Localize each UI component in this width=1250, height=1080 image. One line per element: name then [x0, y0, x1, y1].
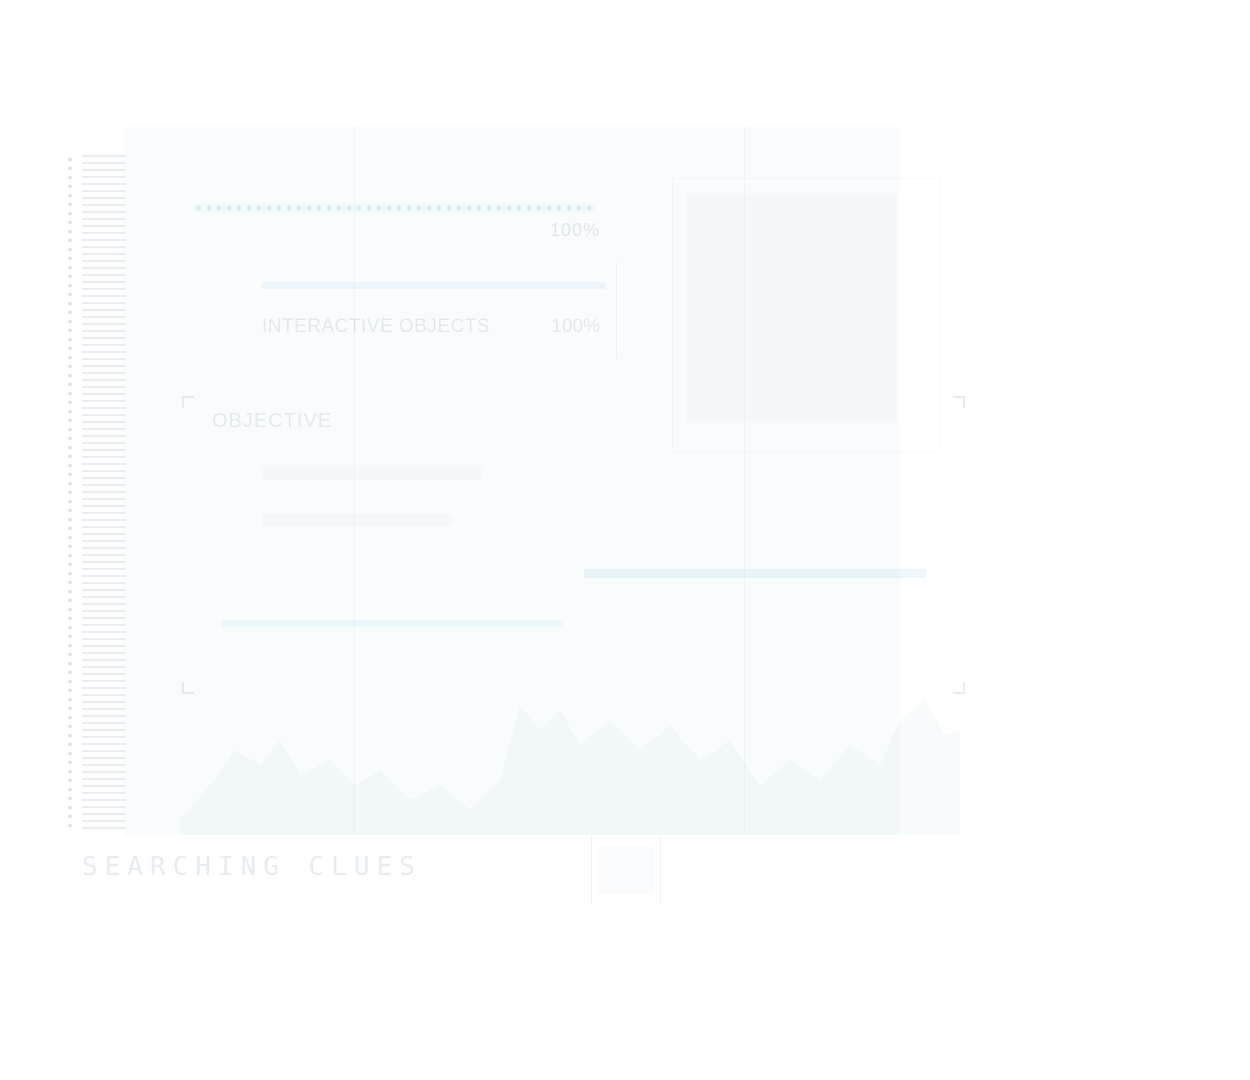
corner-bracket-icon	[182, 396, 194, 408]
progress-percent: 100%	[549, 220, 600, 240]
hud-overlay: 100% INTERACTIVE OBJECTS 100% OBJECTIVE …	[0, 0, 1250, 1080]
section-title: OBJECTIVE	[212, 410, 333, 432]
scan-progress-bar	[584, 569, 926, 578]
row-progress-bar	[262, 282, 606, 289]
corner-bracket-icon	[953, 396, 965, 408]
scan-gauge	[591, 836, 661, 904]
gauge-fill	[598, 846, 654, 894]
waveform-graph	[180, 700, 960, 835]
preview-image	[687, 193, 897, 423]
ticker-lines	[82, 155, 126, 830]
objective-line	[262, 514, 452, 526]
status-text: SEARCHING CLUES	[82, 852, 422, 882]
dotted-progress-bar	[194, 203, 596, 213]
objective-progress-bar	[222, 620, 564, 627]
preview-frame	[672, 178, 940, 452]
row-label: INTERACTIVE OBJECTS	[262, 316, 491, 337]
data-ticker-strip	[48, 155, 128, 830]
ticker-dots	[66, 155, 76, 830]
waveform-area	[180, 700, 960, 835]
row-bracket	[246, 262, 617, 358]
objective-line	[262, 468, 482, 480]
row-percent: 100%	[551, 316, 600, 337]
